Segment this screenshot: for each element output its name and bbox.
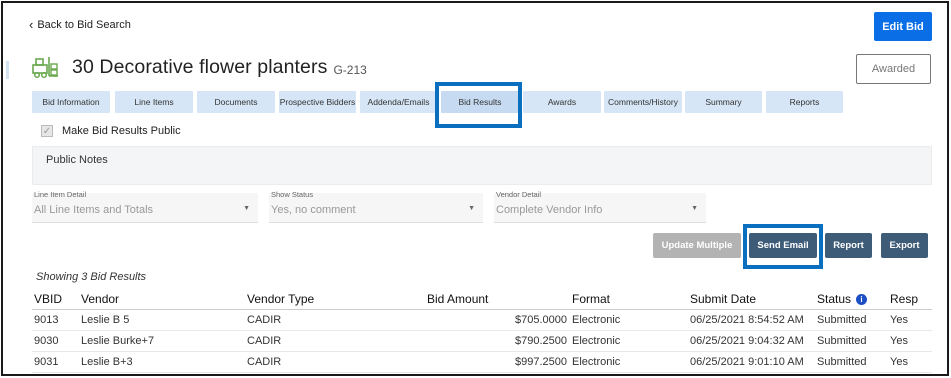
tab-line-items[interactable]: Line Items xyxy=(115,91,193,113)
tab-summary[interactable]: Summary xyxy=(685,91,762,113)
make-results-public-checkbox[interactable]: ✓ Make Bid Results Public xyxy=(41,125,181,137)
tab-comments-history[interactable]: Comments/History xyxy=(604,91,682,113)
awarded-status-badge: Awarded xyxy=(856,54,931,84)
checkbox-check-icon[interactable]: ✓ xyxy=(41,125,53,137)
cell-submit-date: 06/25/2021 9:01:10 AM xyxy=(690,356,804,368)
tab-addenda-emails[interactable]: Addenda/Emails xyxy=(360,91,437,113)
tab-reports[interactable]: Reports xyxy=(766,91,843,113)
table-row[interactable]: 9031 Leslie B+3 CADIR $997.2500 Electron… xyxy=(32,352,932,373)
cell-status: Submitted xyxy=(817,314,867,326)
status-header-label: Status xyxy=(817,292,852,306)
info-icon[interactable]: i xyxy=(856,294,868,306)
column-header-bid-amount[interactable]: Bid Amount xyxy=(427,289,488,310)
line-item-detail-value: All Line Items and Totals xyxy=(34,204,154,216)
bid-title-row: 30 Decorative flower planters G-213 xyxy=(32,55,367,79)
send-email-highlight xyxy=(743,224,823,269)
tab-prospective-bidders[interactable]: Prospective Bidders xyxy=(279,91,356,113)
show-status-select[interactable]: Show Status Yes, no comment ▼ xyxy=(269,190,483,223)
table-row[interactable]: 9030 Leslie Burke+7 CADIR $790.2500 Elec… xyxy=(32,331,932,352)
chevron-down-icon: ▼ xyxy=(243,205,250,212)
update-multiple-button[interactable]: Update Multiple xyxy=(653,233,741,258)
cell-submit-date: 06/25/2021 9:04:32 AM xyxy=(690,335,804,347)
make-results-public-label: Make Bid Results Public xyxy=(62,125,181,137)
column-header-status[interactable]: Status i xyxy=(817,289,868,310)
cell-vendor-type: CADIR xyxy=(247,314,282,326)
cell-resp: Yes xyxy=(890,335,908,347)
column-header-format[interactable]: Format xyxy=(572,289,610,310)
bid-title: 30 Decorative flower planters xyxy=(72,55,328,78)
cell-vendor[interactable]: Leslie B 5 xyxy=(81,310,129,331)
report-button[interactable]: Report xyxy=(825,233,872,258)
tab-documents[interactable]: Documents xyxy=(197,91,275,113)
cell-vendor[interactable]: Leslie Burke+7 xyxy=(81,331,154,352)
cell-format: Electronic xyxy=(572,335,621,347)
chevron-down-icon: ▼ xyxy=(691,205,698,212)
cell-vendor-type: CADIR xyxy=(247,335,282,347)
column-header-vbid[interactable]: VBID xyxy=(34,289,62,310)
line-item-detail-label: Line Item Detail xyxy=(34,190,87,199)
export-button[interactable]: Export xyxy=(881,233,928,258)
vendor-detail-label: Vendor Detail xyxy=(496,190,542,199)
show-status-label: Show Status xyxy=(271,190,314,199)
column-header-submit-date[interactable]: Submit Date xyxy=(690,289,756,310)
table-row[interactable]: 9013 Leslie B 5 CADIR $705.0000 Electron… xyxy=(32,310,932,331)
cell-resp: Yes xyxy=(890,314,908,326)
cell-resp: Yes xyxy=(890,356,908,368)
cell-format: Electronic xyxy=(572,314,621,326)
column-header-vendor[interactable]: Vendor xyxy=(81,289,119,310)
cell-vendor[interactable]: Leslie B+3 xyxy=(81,352,133,373)
forklift-icon xyxy=(32,57,58,79)
cell-vbid: 9031 xyxy=(34,356,59,368)
cell-status: Submitted xyxy=(817,356,867,368)
bid-results-table: VBID Vendor Vendor Type Bid Amount Forma… xyxy=(32,289,932,373)
public-notes-label: Public Notes xyxy=(46,154,108,166)
tab-bid-information[interactable]: Bid Information xyxy=(32,91,110,113)
cell-vendor-type: CADIR xyxy=(247,356,282,368)
back-to-bid-search-link[interactable]: ‹ Back to Bid Search xyxy=(29,17,131,32)
cell-bid-amount: $790.2500 xyxy=(515,335,567,347)
cell-bid-amount: $997.2500 xyxy=(515,356,567,368)
line-item-detail-select[interactable]: Line Item Detail All Line Items and Tota… xyxy=(32,190,258,223)
show-status-value: Yes, no comment xyxy=(271,204,356,216)
chevron-left-icon: ‹ xyxy=(29,17,34,32)
cell-vbid: 9013 xyxy=(34,314,59,326)
cell-submit-date: 06/25/2021 8:54:52 AM xyxy=(690,314,804,326)
bid-code: G-213 xyxy=(333,63,367,77)
results-count-text: Showing 3 Bid Results xyxy=(36,271,147,283)
cell-vbid: 9030 xyxy=(34,335,59,347)
chevron-down-icon: ▼ xyxy=(468,205,475,212)
vendor-detail-select[interactable]: Vendor Detail Complete Vendor Info ▼ xyxy=(494,190,706,223)
public-notes-field[interactable]: Public Notes xyxy=(32,146,932,185)
column-header-vendor-type[interactable]: Vendor Type xyxy=(247,289,314,310)
cell-bid-amount: $705.0000 xyxy=(515,314,567,326)
table-header-row: VBID Vendor Vendor Type Bid Amount Forma… xyxy=(32,289,932,310)
edit-bid-button[interactable]: Edit Bid xyxy=(874,12,932,41)
bid-detail-page: ‹ Back to Bid Search Edit Bid 30 Decorat… xyxy=(1,1,949,376)
tab-awards[interactable]: Awards xyxy=(523,91,601,113)
back-link-label: Back to Bid Search xyxy=(37,19,131,31)
cell-format: Electronic xyxy=(572,356,621,368)
bid-results-tab-highlight xyxy=(435,82,522,128)
cell-status: Submitted xyxy=(817,335,867,347)
column-header-resp[interactable]: Resp xyxy=(890,289,918,310)
left-accent-bar xyxy=(6,61,9,79)
vendor-detail-value: Complete Vendor Info xyxy=(496,204,603,216)
